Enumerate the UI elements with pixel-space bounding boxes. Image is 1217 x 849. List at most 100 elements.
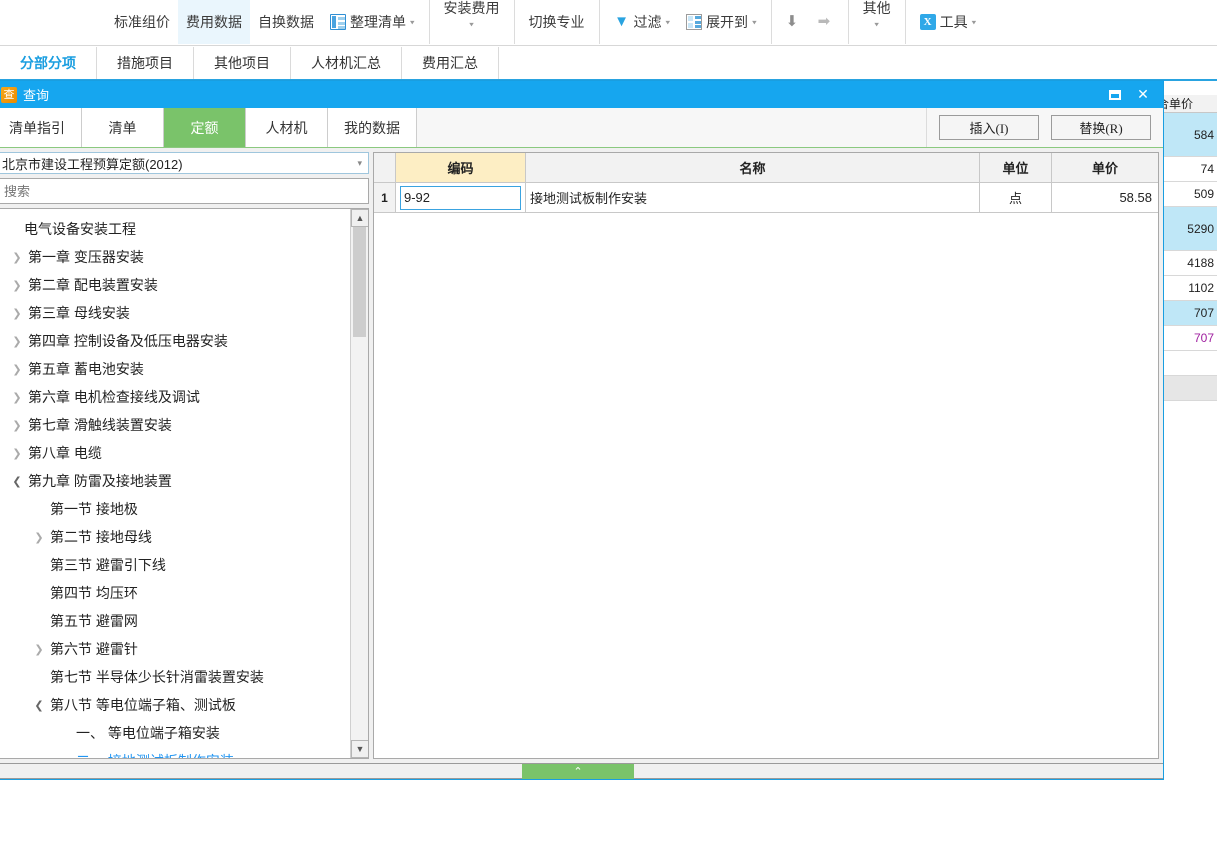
tree-item-selected[interactable]: 二、 接地测试板制作安装 [0, 747, 350, 758]
tree-item[interactable]: 第四节 均压环 [0, 579, 350, 607]
grid-header-unit[interactable]: 单位 [980, 153, 1052, 183]
library-select[interactable]: 北京市建设工程预算定额(2012) ▾ [0, 152, 369, 174]
dialog-title: 查询 [23, 88, 50, 103]
scrollbar-thumb[interactable] [353, 227, 366, 337]
collapse-handle[interactable]: ⌃ [522, 764, 634, 779]
search-box[interactable] [0, 178, 369, 204]
tree-item[interactable]: ❯ 第五章 蓄电池安装 [0, 355, 350, 383]
toolbar-item-label: 过滤 [633, 14, 662, 30]
toolbar-item-standard-pricing[interactable]: 标准组价 [106, 0, 178, 44]
chevron-right-icon[interactable]: ❯ [6, 391, 28, 404]
toolbar-item-filter[interactable]: ▼ 过滤 ▾ [606, 0, 679, 44]
chevron-down-icon[interactable]: ▾ [469, 20, 474, 29]
app-tab-fenbufenxiang[interactable]: 分部分项 [0, 47, 97, 79]
tree-item[interactable]: ❯ 第八章 电缆 [0, 439, 350, 467]
tree-item[interactable]: ❯ 第七章 滑触线装置安装 [0, 411, 350, 439]
dialog-tab-rencaiji[interactable]: 人材机 [246, 108, 328, 147]
search-input[interactable] [2, 182, 364, 200]
tree-item-label: 第三章 母线安装 [28, 305, 130, 321]
replace-button[interactable]: 替换(R) [1051, 115, 1151, 140]
toolbar-item-expand-to[interactable]: 展开到 ▾ [678, 0, 765, 44]
code-input[interactable]: 9-92 [400, 185, 521, 210]
toolbar-item-move-down[interactable]: ⬇ [778, 0, 810, 44]
table-row[interactable]: 1 9-92 接地测试板制作安装 点 58.58 [374, 183, 1158, 213]
tree-item[interactable]: ❮ 第八节 等电位端子箱、测试板 [0, 691, 350, 719]
tree-item[interactable]: ❯ 第六节 避雷针 [0, 635, 350, 663]
chevron-right-icon[interactable]: ❯ [28, 531, 50, 544]
toolbar-item-switch-specialty[interactable]: 切换专业 [521, 0, 593, 44]
chevron-right-icon[interactable]: ❯ [6, 447, 28, 460]
toolbar-item-fee-data[interactable]: 费用数据 [178, 0, 250, 44]
app-tab-rencaiji-huizong[interactable]: 人材机汇总 [291, 47, 402, 79]
tree-item[interactable]: ❯ 第四章 控制设备及低压电器安装 [0, 327, 350, 355]
chevron-right-icon[interactable]: ❯ [6, 251, 28, 264]
chevron-right-icon[interactable]: ❯ [6, 335, 28, 348]
dialog-tab-dinge[interactable]: 定额 [164, 108, 246, 147]
chevron-right-icon[interactable]: ❯ [6, 419, 28, 432]
chevron-right-icon[interactable]: ❯ [6, 279, 28, 292]
row-code-cell[interactable]: 9-92 [396, 183, 526, 213]
chevron-down-icon[interactable]: ▾ [410, 18, 415, 27]
row-name-cell[interactable]: 接地测试板制作安装 [526, 183, 980, 213]
tree-item[interactable]: 一、 等电位端子箱安装 [0, 719, 350, 747]
toolbar-item-label: 自换数据 [258, 14, 314, 30]
tree-item-label: 第七章 滑触线装置安装 [28, 417, 172, 433]
toolbar-item-move-right[interactable]: ➡ [810, 0, 842, 44]
chevron-down-icon[interactable]: ❮ [28, 699, 50, 712]
chevron-down-icon[interactable]: ▾ [972, 18, 977, 27]
restore-button[interactable] [1101, 83, 1129, 107]
grid-header-code[interactable]: 编码 [396, 153, 526, 183]
tree-item-label: 第三节 避雷引下线 [50, 557, 166, 573]
chevron-down-icon[interactable]: ▾ [874, 20, 879, 29]
dialog-title-bar[interactable]: 查 查询 ✕ [0, 81, 1163, 108]
chevron-down-icon[interactable]: ❮ [6, 475, 28, 488]
app-tab-feiyong-huizong[interactable]: 费用汇总 [402, 47, 499, 79]
chevron-down-icon[interactable]: ▾ [666, 18, 671, 27]
tree-item-label: 第二节 接地母线 [50, 529, 152, 545]
grid-header-price[interactable]: 单价 [1052, 153, 1158, 183]
app-tab-qitaxiangmu[interactable]: 其他项目 [194, 47, 291, 79]
row-price-cell[interactable]: 58.58 [1052, 183, 1158, 213]
scroll-up-button[interactable]: ▲ [351, 209, 368, 227]
toolbar-item-organize-list[interactable]: 整理清单 ▾ [322, 0, 423, 44]
chevron-right-icon[interactable]: ❯ [6, 307, 28, 320]
tree-item[interactable]: ❯ 第二节 接地母线 [0, 523, 350, 551]
grid-header-name[interactable]: 名称 [526, 153, 980, 183]
dialog-tab-qingdan[interactable]: 清单 [82, 108, 164, 147]
dialog-tab-qingdan-zhiyin[interactable]: 清单指引 [0, 108, 82, 147]
tree-item[interactable]: ❯ 第二章 配电装置安装 [0, 271, 350, 299]
tree-item[interactable]: ❯ 第六章 电机检查接线及调试 [0, 383, 350, 411]
row-unit-cell[interactable]: 点 [980, 183, 1052, 213]
toolbar-item-label: 展开到 [706, 14, 749, 30]
toolbar-item-auto-swap-data[interactable]: 自换数据 [250, 0, 322, 44]
tree-item[interactable]: ❮ 第九章 防雷及接地装置 [0, 467, 350, 495]
chevron-down-icon[interactable]: ▾ [752, 18, 757, 27]
tree-item[interactable]: 第一节 接地极 [0, 495, 350, 523]
tree-item-label: 第一节 接地极 [50, 501, 138, 517]
chevron-right-icon[interactable]: ❯ [6, 363, 28, 376]
tree-item[interactable]: 第五节 避雷网 [0, 607, 350, 635]
tree-item[interactable]: ❯ 第一章 变压器安装 [0, 243, 350, 271]
expand-icon [686, 14, 703, 30]
query-icon: 查 [1, 86, 17, 103]
app-tab-cuoshixiangmu[interactable]: 措施项目 [97, 47, 194, 79]
tree-item[interactable]: 电气设备安装工程 [0, 215, 350, 243]
app-tab-bar: 分部分项 措施项目 其他项目 人材机汇总 费用汇总 [0, 47, 1217, 81]
list-icon [330, 14, 346, 30]
tree-item[interactable]: 第三节 避雷引下线 [0, 551, 350, 579]
toolbar-group-7: X 工具 ▾ [906, 0, 991, 44]
close-button[interactable]: ✕ [1129, 83, 1157, 107]
chevron-right-icon[interactable]: ❯ [28, 643, 50, 656]
dialog-tab-wodeshuju[interactable]: 我的数据 [328, 108, 417, 147]
tree-item[interactable]: ❯ 第三章 母线安装 [0, 299, 350, 327]
tree-scrollbar[interactable]: ▲ ▼ [350, 209, 368, 758]
tree-item[interactable]: 第七节 半导体少长针消雷装置安装 [0, 663, 350, 691]
app-tab-label: 费用汇总 [422, 55, 478, 71]
chevron-down-icon[interactable]: ▾ [357, 158, 362, 169]
insert-button[interactable]: 插入(I) [939, 115, 1039, 140]
toolbar-item-install-fee[interactable]: 安装费用 ▾ [436, 0, 508, 44]
toolbar-item-other[interactable]: 其他 ▾ [855, 0, 899, 44]
toolbar-item-tools[interactable]: X 工具 ▾ [912, 0, 985, 44]
scroll-down-button[interactable]: ▼ [351, 740, 368, 758]
row-index: 1 [374, 183, 396, 213]
